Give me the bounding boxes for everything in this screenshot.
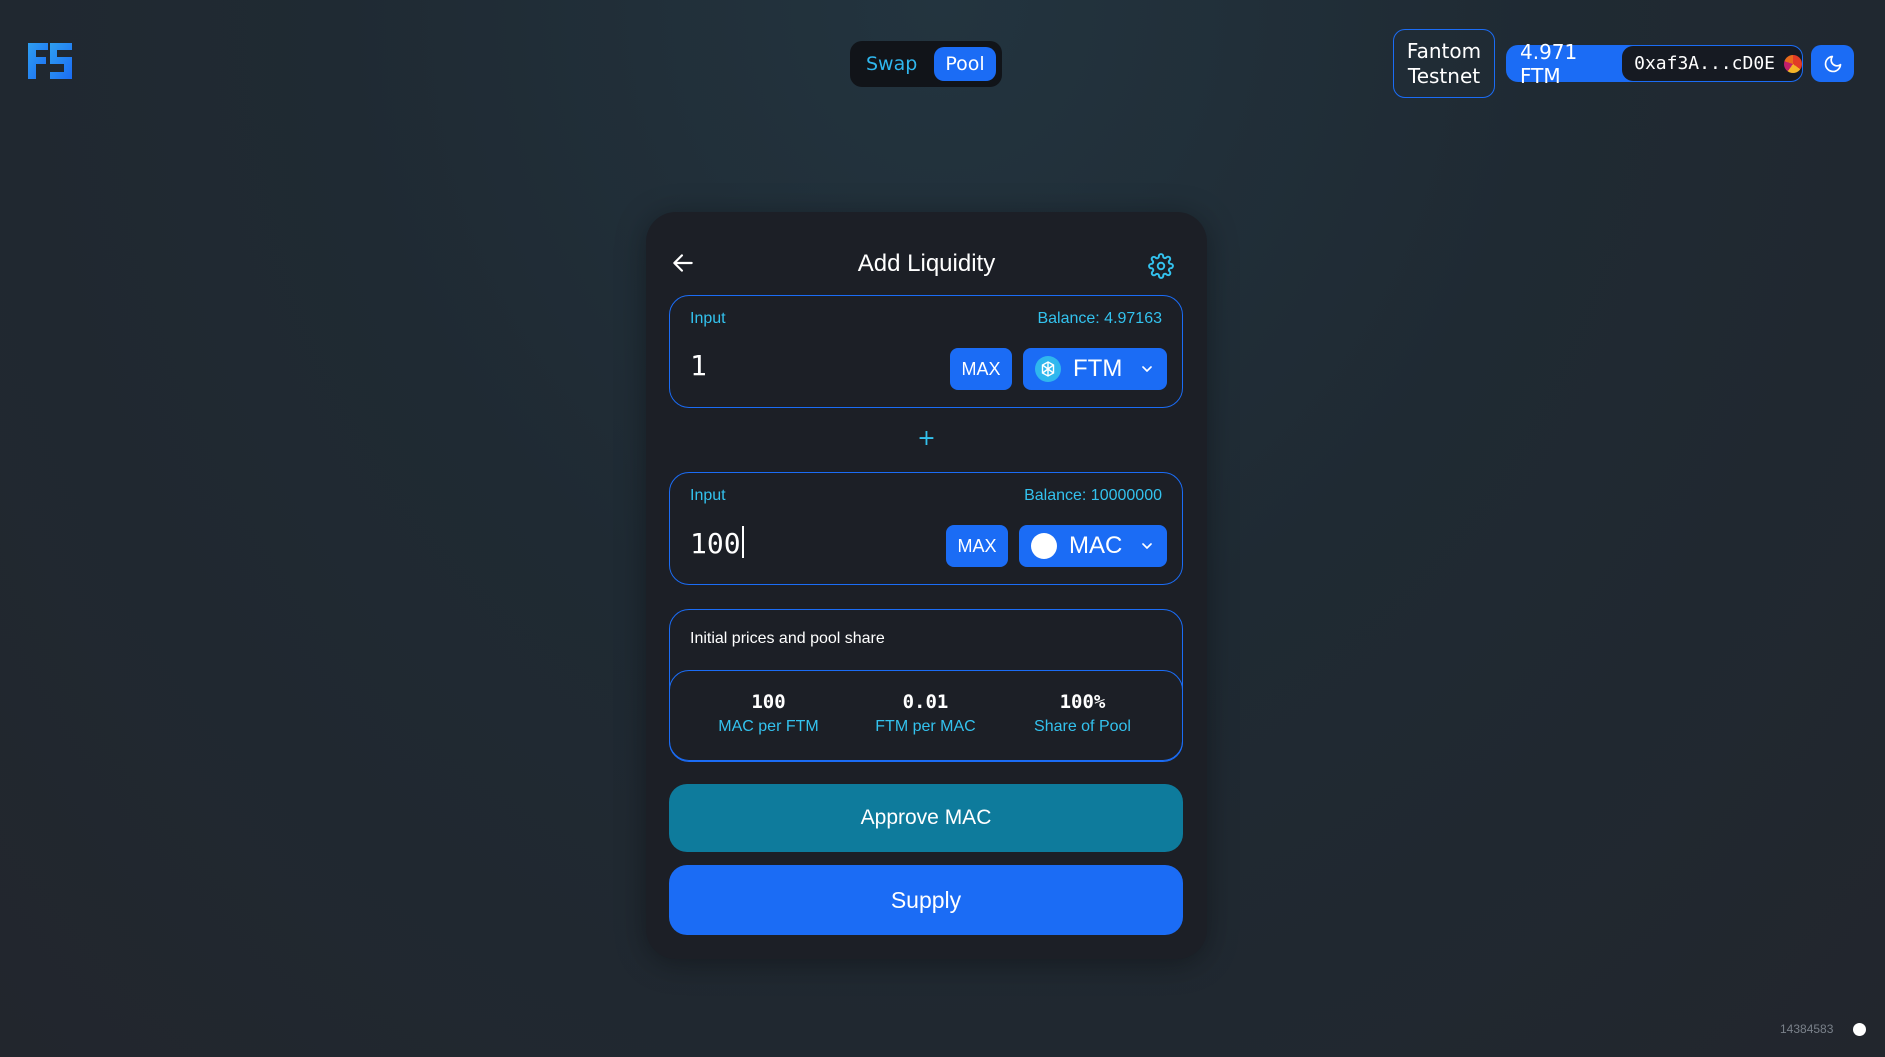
blank-token-icon xyxy=(1031,533,1057,559)
page-title: Add Liquidity xyxy=(857,250,996,277)
wallet-button[interactable]: 4.971 FTM 0xaf3A...cD0E xyxy=(1506,40,1803,88)
chevron-down-icon xyxy=(1142,543,1152,549)
stat-caption: MAC per FTM xyxy=(718,718,819,735)
network-name-line1: Fantom xyxy=(1406,38,1482,63)
token-input-panel-b: Input Balance: 10000000 100 MAX MAC xyxy=(669,472,1183,585)
block-number: 14384583 xyxy=(1780,1022,1834,1036)
balance-label: Balance: 10000000 xyxy=(1024,487,1162,504)
token-input-panel-a: Input Balance: 4.97163 1 MAX FTM xyxy=(669,295,1183,408)
token-select-a[interactable]: FTM xyxy=(1023,348,1167,390)
stat-caption: FTM per MAC xyxy=(875,718,976,735)
prices-stats: 100 MAC per FTM 0.01 FTM per MAC 100% Sh… xyxy=(668,670,1183,762)
amount-input-b-field[interactable]: 100 xyxy=(690,526,744,560)
network-selector[interactable]: Fantom Testnet xyxy=(1393,29,1495,98)
approve-mac-button[interactable]: Approve MAC xyxy=(669,784,1183,852)
stat-value: 100 xyxy=(751,691,786,713)
token-symbol-b: MAC xyxy=(1069,532,1123,559)
fantom-token-icon xyxy=(1035,356,1061,382)
tab-swap[interactable]: Swap xyxy=(855,47,928,81)
input-label: Input xyxy=(690,487,726,504)
token-symbol-a: FTM xyxy=(1073,355,1123,382)
gear-icon xyxy=(1148,253,1174,279)
add-liquidity-card: Add Liquidity Input Balance: 4.97163 1 M… xyxy=(646,212,1207,959)
balance-label: Balance: 4.97163 xyxy=(1037,310,1162,327)
plus-icon: + xyxy=(917,426,936,451)
text-caret xyxy=(741,526,744,558)
wallet-address-button[interactable]: 0xaf3A...cD0E xyxy=(1622,46,1802,81)
chevron-down-icon xyxy=(1142,366,1152,372)
stat-value: 0.01 xyxy=(902,691,949,713)
stat-share-of-pool: 100% Share of Pool xyxy=(1004,671,1161,761)
stat-caption: Share of Pool xyxy=(1034,718,1131,735)
wallet-balance: 4.971 FTM xyxy=(1520,39,1578,88)
prices-title: Initial prices and pool share xyxy=(690,630,885,647)
theme-toggle-button[interactable] xyxy=(1811,45,1854,82)
fs-logo-icon[interactable] xyxy=(28,43,72,79)
prices-pool-share-panel: Initial prices and pool share 100 MAC pe… xyxy=(668,609,1183,762)
card-header: Add Liquidity xyxy=(646,240,1207,290)
amount-input-b: 100 xyxy=(690,527,741,560)
stat-value: 100% xyxy=(1059,691,1106,713)
token-select-b[interactable]: MAC xyxy=(1019,525,1167,567)
tab-pool[interactable]: Pool xyxy=(934,47,996,81)
input-label: Input xyxy=(690,310,726,327)
network-name-line2: Testnet xyxy=(1407,63,1481,88)
amount-input-a[interactable]: 1 xyxy=(690,349,707,382)
stat-ftm-per-mac: 0.01 FTM per MAC xyxy=(847,671,1004,761)
stat-mac-per-ftm: 100 MAC per FTM xyxy=(690,671,847,761)
swap-pool-nav: Swap Pool xyxy=(850,41,1002,87)
wallet-address: 0xaf3A...cD0E xyxy=(1634,53,1775,74)
max-button-b[interactable]: MAX xyxy=(946,525,1008,567)
network-status-dot xyxy=(1853,1023,1866,1036)
settings-button[interactable] xyxy=(1148,253,1174,279)
moon-icon xyxy=(1824,55,1841,72)
wallet-avatar-icon xyxy=(1784,54,1802,73)
supply-button[interactable]: Supply xyxy=(669,865,1183,935)
max-button-a[interactable]: MAX xyxy=(950,348,1012,390)
